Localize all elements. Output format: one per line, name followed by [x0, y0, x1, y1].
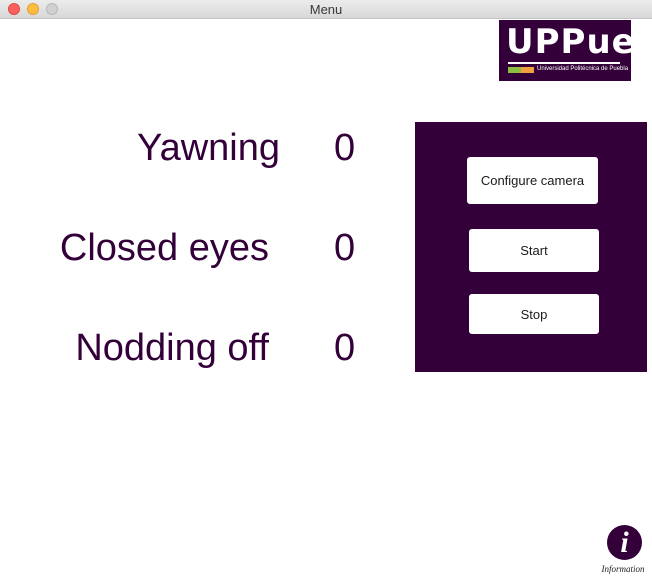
yawning-label: Yawning	[137, 127, 280, 169]
logo-orange-bar	[521, 67, 534, 73]
info-icon[interactable]: i	[607, 525, 642, 560]
logo-green-bar	[508, 67, 521, 73]
title-bar: Menu	[0, 0, 652, 19]
window-title: Menu	[309, 2, 343, 17]
configure-camera-button[interactable]: Configure camera	[467, 157, 598, 204]
logo-underline	[508, 62, 620, 64]
yawning-count: 0	[334, 127, 356, 169]
info-caption: Information	[601, 564, 645, 574]
stop-button[interactable]: Stop	[469, 294, 599, 334]
logo-brand-text: UPPue	[506, 22, 636, 62]
closed-eyes-label: Closed eyes	[59, 227, 269, 269]
control-panel: Configure camera Start Stop	[415, 122, 647, 372]
closed-eyes-count: 0	[334, 227, 356, 269]
start-button[interactable]: Start	[469, 229, 599, 272]
nodding-off-label: Nodding off	[75, 327, 269, 369]
information-button[interactable]: i Information	[598, 522, 648, 577]
nodding-off-count: 0	[334, 327, 356, 369]
university-logo: UPPue Universidad Politécnica de Puebla	[499, 20, 635, 81]
logo-subtitle: Universidad Politécnica de Puebla	[537, 66, 629, 72]
